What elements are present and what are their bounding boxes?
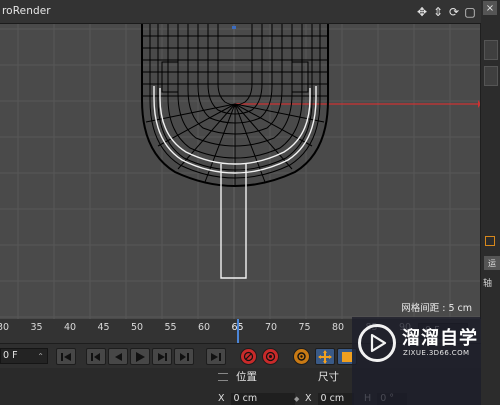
watermark-logo-icon <box>358 324 396 362</box>
step-back-icon <box>115 352 122 361</box>
previous-key-button[interactable] <box>86 348 106 365</box>
step-back-button[interactable] <box>108 348 128 365</box>
timeline-tick-label: 80 <box>331 322 345 333</box>
play-button[interactable] <box>130 348 150 365</box>
record-button[interactable] <box>240 348 257 365</box>
go-to-start-icon <box>61 352 71 361</box>
timeline-playhead[interactable] <box>236 319 239 343</box>
viewport-title: roRender <box>2 5 51 17</box>
autokey-icon <box>265 351 276 362</box>
next-key-icon <box>180 352 189 361</box>
current-frame-value: 0 F <box>3 350 18 361</box>
keyframe-selection-button[interactable] <box>293 348 310 365</box>
step-forward-icon <box>158 352 167 361</box>
move-view-icon[interactable]: ✥ <box>415 3 429 20</box>
keyframe-selection-icon <box>297 352 306 361</box>
timeline-tick-label: 55 <box>164 322 177 333</box>
watermark-title: 溜溜自学 <box>402 328 478 349</box>
go-to-end-icon <box>211 352 221 361</box>
viewport-header: roRender ✥ ⇕ ⟳ ▢ <box>0 0 481 24</box>
step-forward-button[interactable] <box>152 348 172 365</box>
current-frame-field[interactable]: 0 F ⌃ <box>0 348 48 364</box>
x-position-value[interactable]: 0 cm <box>230 393 295 405</box>
timeline-tick-label: 60 <box>197 322 211 333</box>
x-position-spinner[interactable]: ◆ <box>294 395 301 405</box>
previous-key-icon <box>91 352 100 361</box>
wireframe-mesh <box>141 24 329 188</box>
panel-object-icon[interactable] <box>485 236 495 246</box>
timeline-tick-label: 75 <box>298 322 311 333</box>
play-icon <box>136 351 145 362</box>
viewport-nav-icons: ✥ ⇕ ⟳ ▢ <box>415 3 477 20</box>
move-key-icon <box>318 349 332 364</box>
next-key-button[interactable] <box>174 348 194 365</box>
viewport-3d[interactable]: 网格间距 : 5 cm <box>0 24 481 319</box>
record-icon <box>243 351 254 362</box>
x-size-value[interactable]: 0 cm <box>317 393 354 405</box>
timeline-tick-label: 30 <box>0 322 10 333</box>
x-position-axis: X <box>218 393 225 404</box>
maximize-view-icon[interactable]: ▢ <box>463 3 477 20</box>
viewport-grid <box>0 24 480 319</box>
viewport-canvas <box>0 24 480 319</box>
spinner-icon[interactable]: ⌃ <box>37 350 44 364</box>
panel-drag-handle[interactable] <box>218 373 228 381</box>
timeline-tick-label: 70 <box>264 322 278 333</box>
go-to-end-button[interactable] <box>206 348 226 365</box>
timeline-tick-label: 45 <box>97 322 110 333</box>
panel-button[interactable]: 运 <box>484 256 500 270</box>
timeline-tick-label: 35 <box>30 322 43 333</box>
rotate-view-icon[interactable]: ⟳ <box>447 3 461 20</box>
x-size-axis: X <box>305 393 312 404</box>
close-panel-icon[interactable]: × <box>483 1 497 15</box>
panel-tab[interactable] <box>484 66 498 86</box>
position-label: 位置 <box>236 371 257 383</box>
panel-tab[interactable] <box>484 40 498 60</box>
zoom-view-icon[interactable]: ⇕ <box>431 3 445 20</box>
world-origin-marker <box>232 26 236 29</box>
timeline-tick-label: 50 <box>130 322 144 333</box>
watermark: 溜溜自学 ZIXUE.3D66.COM <box>352 317 481 405</box>
watermark-subtitle: ZIXUE.3D66.COM <box>403 349 470 357</box>
move-key-button[interactable] <box>315 348 335 365</box>
panel-axis-label: 轴 <box>483 279 493 289</box>
go-to-start-button[interactable] <box>56 348 76 365</box>
x-position-field[interactable]: X 0 cm <box>218 393 295 405</box>
grid-spacing-label: 网格间距 : 5 cm <box>401 303 472 314</box>
watermark-play-icon <box>370 333 387 353</box>
x-size-field[interactable]: X 0 cm <box>305 393 354 405</box>
timeline-tick-label: 40 <box>63 322 77 333</box>
size-label: 尺寸 <box>318 371 339 383</box>
autokey-button[interactable] <box>262 348 279 365</box>
right-side-panel: × 运 轴 <box>481 0 500 405</box>
